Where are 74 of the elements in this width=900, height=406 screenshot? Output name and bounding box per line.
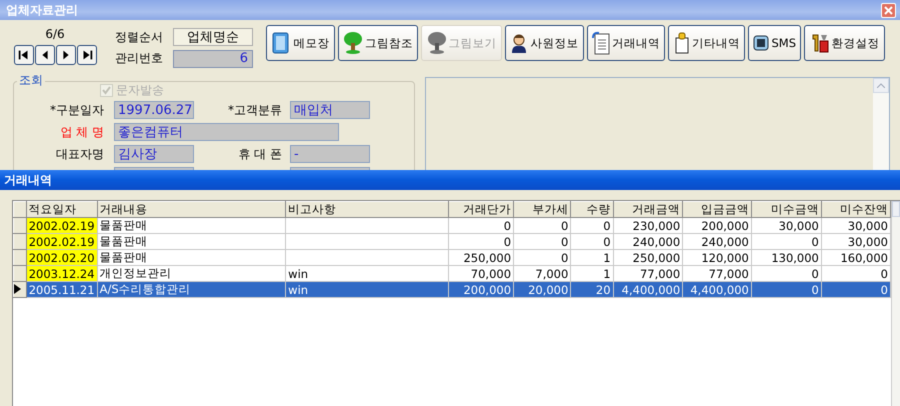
table-cell: 240,000 [682, 234, 752, 250]
table-cell: 2002.02.19 [26, 218, 98, 234]
management-number-field[interactable]: 6 [173, 50, 253, 68]
sort-order-label: 정렬순서 [115, 28, 164, 46]
table-cell: 1 [570, 250, 614, 266]
toolbar-button[interactable]: 환경설정 [804, 25, 886, 61]
table-cell: A/S수리통합관리 [97, 282, 286, 298]
table-cell: 0 [514, 234, 571, 250]
table-cell: 0 [448, 218, 514, 234]
table-cell: 20 [570, 282, 614, 298]
toolbar-button[interactable]: SMS [748, 25, 802, 61]
table-cell: 0 [448, 234, 514, 250]
table-cell: 240,000 [613, 234, 683, 250]
table-cell: 물품판매 [97, 218, 286, 234]
table-cell: 물품판매 [97, 234, 286, 250]
table-cell: 200,000 [682, 218, 752, 234]
window-title: 거래내역 [4, 172, 52, 188]
input-field[interactable]: - [290, 145, 370, 163]
table-cell: 4,400,000 [613, 282, 683, 298]
table-cell: 2002.02.20 [26, 250, 98, 266]
column-header[interactable]: 입금금액 [682, 202, 752, 218]
column-header[interactable]: 수량 [570, 202, 614, 218]
group-title: 조회 [17, 72, 45, 89]
table-cell: 250,000 [613, 250, 683, 266]
column-header[interactable]: 거래금액 [613, 202, 683, 218]
toolbar-button[interactable]: 기타내역 [668, 25, 746, 61]
column-header[interactable]: 비고사항 [286, 202, 448, 218]
management-number-label: 관리번호 [115, 50, 164, 68]
window-title: 업체자료관리 [6, 2, 78, 18]
field-label: *구분일자 [49, 102, 105, 118]
field-label: 휴 대 폰 [237, 146, 282, 162]
table-cell: win [286, 282, 448, 298]
table-cell: 4,400,000 [682, 282, 752, 298]
table-cell: 20,000 [514, 282, 571, 298]
field-label: 업 체 명 [59, 124, 105, 140]
table-cell: 30,000 [751, 218, 822, 234]
table-cell: 160,000 [821, 250, 890, 266]
column-header[interactable]: 적요일자 [26, 202, 98, 218]
input-field[interactable]: 김사장 [114, 145, 194, 163]
table-cell: 물품판매 [97, 250, 286, 266]
toolbar-button[interactable]: 그림참조 [338, 25, 418, 61]
table-cell: 200,000 [448, 282, 514, 298]
table-cell: 0 [570, 234, 614, 250]
column-header[interactable]: 거래단가 [448, 202, 514, 218]
table-cell: 0 [570, 218, 614, 234]
input-field[interactable]: 좋은컴퓨터 [114, 123, 339, 141]
table-cell: 2003.12.24 [26, 266, 98, 282]
column-header[interactable]: 미수잔액 [821, 202, 890, 218]
toolbar-button[interactable]: 사원정보 [505, 25, 584, 61]
table-cell: 2002.02.19 [26, 234, 98, 250]
table-cell: 250,000 [448, 250, 514, 266]
table-cell: 0 [751, 282, 822, 298]
column-header[interactable]: 부가세 [514, 202, 571, 218]
column-header[interactable]: 미수금액 [751, 202, 822, 218]
table-cell: 120,000 [682, 250, 752, 266]
table-cell: 0 [514, 218, 571, 234]
sort-order-field[interactable]: 업체명순 [173, 28, 253, 46]
toolbar-button[interactable]: 거래내역 [586, 25, 666, 61]
column-header[interactable]: 거래내용 [97, 202, 286, 218]
input-field[interactable]: 매입처 [290, 101, 370, 119]
checkbox-label: 문자발송 [116, 82, 164, 99]
table-cell: 230,000 [613, 218, 683, 234]
table-cell: 0 [751, 234, 822, 250]
field-label: *고객분류 [227, 102, 282, 118]
table-cell: 0 [821, 282, 890, 298]
table-cell: 130,000 [751, 250, 822, 266]
table-cell: 2005.11.21 [26, 282, 98, 298]
table-cell: 30,000 [821, 218, 890, 234]
table-cell: 0 [514, 250, 571, 266]
input-field[interactable]: 1997.06.27 [114, 101, 194, 119]
table-cell: 30,000 [821, 234, 890, 250]
toolbar-button[interactable]: 메모장 [266, 25, 335, 61]
record-counter: 6/6 [45, 27, 65, 41]
field-label: 대표자명 [55, 146, 105, 162]
